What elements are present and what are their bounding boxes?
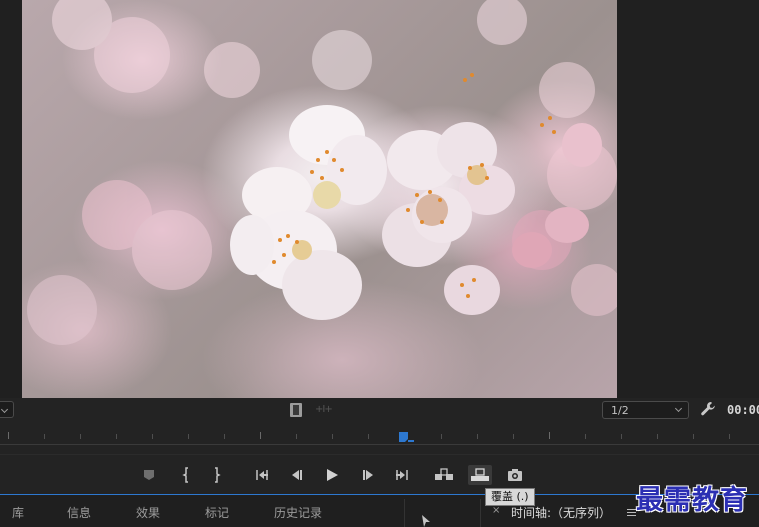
program-monitor <box>0 0 759 398</box>
tab-info[interactable]: 信息 <box>67 504 91 521</box>
mark-out-button[interactable] <box>207 465 227 485</box>
tab-effects[interactable]: 效果 <box>136 504 160 521</box>
step-back-icon <box>292 470 302 480</box>
film-icon[interactable] <box>290 403 302 417</box>
tab-markers[interactable]: 标记 <box>205 504 229 521</box>
play-button[interactable] <box>322 465 342 485</box>
chevron-down-icon <box>674 404 683 413</box>
monitor-control-row: +I+ 1/2 00:00 <box>0 398 759 424</box>
step-back-button[interactable] <box>287 465 307 485</box>
overwrite-icon <box>471 468 489 481</box>
export-frame-button[interactable] <box>505 465 525 485</box>
wrench-icon[interactable] <box>700 401 716 417</box>
time-ruler[interactable] <box>0 424 759 454</box>
panel-menu-icon[interactable] <box>627 509 636 516</box>
tab-libraries[interactable]: 库 <box>12 504 24 521</box>
mark-in-icon <box>182 467 188 483</box>
mark-out-icon <box>215 467 221 483</box>
video-frame <box>22 0 617 398</box>
tooltip: 覆盖 (.) <box>485 488 535 506</box>
play-icon <box>327 469 338 481</box>
tab-timeline[interactable]: 时间轴:（无序列） <box>511 504 611 521</box>
playhead[interactable] <box>399 432 414 444</box>
watermark-logo: 最需教育 <box>636 485 748 516</box>
tab-history[interactable]: 历史记录 <box>274 504 322 521</box>
go-to-in-button[interactable] <box>253 465 273 485</box>
insert-icon <box>435 468 453 480</box>
step-forward-icon <box>363 470 373 480</box>
mark-in-button[interactable] <box>176 465 196 485</box>
fit-dropdown[interactable] <box>0 401 14 418</box>
add-marker-button[interactable] <box>139 465 159 485</box>
insert-button[interactable] <box>434 465 454 485</box>
step-forward-button[interactable] <box>358 465 378 485</box>
camera-icon <box>508 469 522 481</box>
cherry-blossom-image <box>27 0 617 345</box>
go-to-out-icon <box>396 470 408 480</box>
close-icon[interactable]: × <box>492 505 500 516</box>
marker-icon <box>144 470 154 480</box>
selection-tool-icon[interactable] <box>421 515 431 527</box>
go-to-out-button[interactable] <box>391 465 411 485</box>
trim-icon[interactable]: +I+ <box>315 404 333 415</box>
go-to-in-icon <box>256 470 268 480</box>
timecode: 00:00 <box>727 403 759 417</box>
resolution-dropdown[interactable]: 1/2 <box>602 401 689 419</box>
resolution-value: 1/2 <box>611 404 629 417</box>
overwrite-button[interactable] <box>468 465 492 485</box>
